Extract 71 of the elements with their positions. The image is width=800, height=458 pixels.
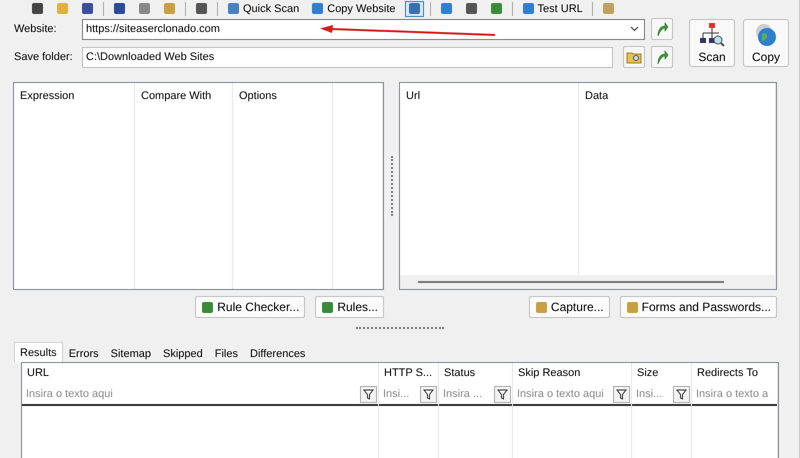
website-combo[interactable]: https://siteaserclonado.com [82,18,645,40]
filter-input[interactable]: Insira ... [439,388,494,400]
column-header[interactable]: Status [439,363,512,384]
column-header[interactable]: Data [585,90,608,102]
filter-button[interactable] [673,386,690,402]
toolbar-button[interactable] [404,0,424,16]
action-button[interactable]: Copy [743,19,789,67]
toolbar-icon [602,2,615,15]
toolbar-icon [408,2,421,15]
website-label: Website: [14,23,58,35]
column-header[interactable]: Options [239,90,277,102]
filter-icon [423,388,434,400]
toolbar-icon [163,2,176,15]
column-header[interactable]: HTTP S... [379,363,438,384]
column-header[interactable]: Redirects To [692,363,777,384]
column-header[interactable]: Size [632,363,691,384]
panel-button[interactable]: Forms and Passwords... [620,296,777,318]
filter-input[interactable]: Insi... [632,388,673,400]
go-button[interactable] [651,18,673,40]
column-header[interactable]: Expression [20,90,74,102]
browse-button[interactable] [623,46,645,68]
folder-search-icon [626,50,642,64]
action-button[interactable]: Scan [689,19,735,67]
globe-icon [753,22,779,48]
filter-input[interactable]: Insi... [379,388,420,400]
filter-input[interactable]: Insira o texto aqui [513,388,613,400]
panel-button[interactable]: Capture... [528,296,610,318]
sitemap-search-icon [699,22,725,48]
rules-icon [201,300,214,314]
form-icon [626,300,639,314]
scrollbar-thumb[interactable] [418,281,724,283]
go-arrow-icon [655,21,669,37]
toolbar-icon [113,2,126,15]
toolbar-icon [311,2,324,15]
save-folder-field[interactable]: C:\Downloaded Web Sites [82,46,613,68]
toolbar-button[interactable]: Test URL [518,0,586,16]
rules-icon [321,300,334,314]
column-header[interactable]: URL [22,363,378,384]
filter-button[interactable] [360,386,377,402]
column-header[interactable]: Compare With [141,90,212,102]
save-folder-label: Save folder: [14,51,74,63]
toolbar-icon [56,2,69,15]
panel-button[interactable]: Rules... [315,296,384,318]
panel-button[interactable]: Rule Checker... [195,296,306,318]
toolbar-icon [522,2,535,15]
go-arrow-icon [655,49,669,65]
filter-button[interactable] [420,386,437,402]
toolbar-icon [227,2,240,15]
toolbar-icon [31,2,44,15]
tab[interactable]: Results [14,342,63,362]
filter-icon [497,388,508,400]
toolbar-icon [138,2,151,15]
toolbar-icon [490,2,503,15]
column-header[interactable]: Url [406,90,420,102]
toolbar-icon [81,2,94,15]
filter-button[interactable] [494,386,511,402]
filter-input[interactable]: Insira o texto a [692,388,777,400]
dropdown-caret-icon [630,26,639,32]
toolbar-button[interactable]: Quick Scan [224,0,302,16]
column-header[interactable]: Skip Reason [513,363,631,384]
toolbar-button[interactable]: Copy Website [308,0,399,16]
filter-icon [616,388,627,400]
toolbar-icon [195,2,208,15]
go-button[interactable] [651,46,673,68]
toolbar-icon [464,2,478,15]
filter-icon [676,388,687,400]
form-icon [534,300,548,314]
filter-button[interactable] [613,386,630,402]
filter-input[interactable]: Insira o texto aqui [22,388,360,400]
filter-icon [363,388,374,400]
toolbar-icon [440,2,453,15]
